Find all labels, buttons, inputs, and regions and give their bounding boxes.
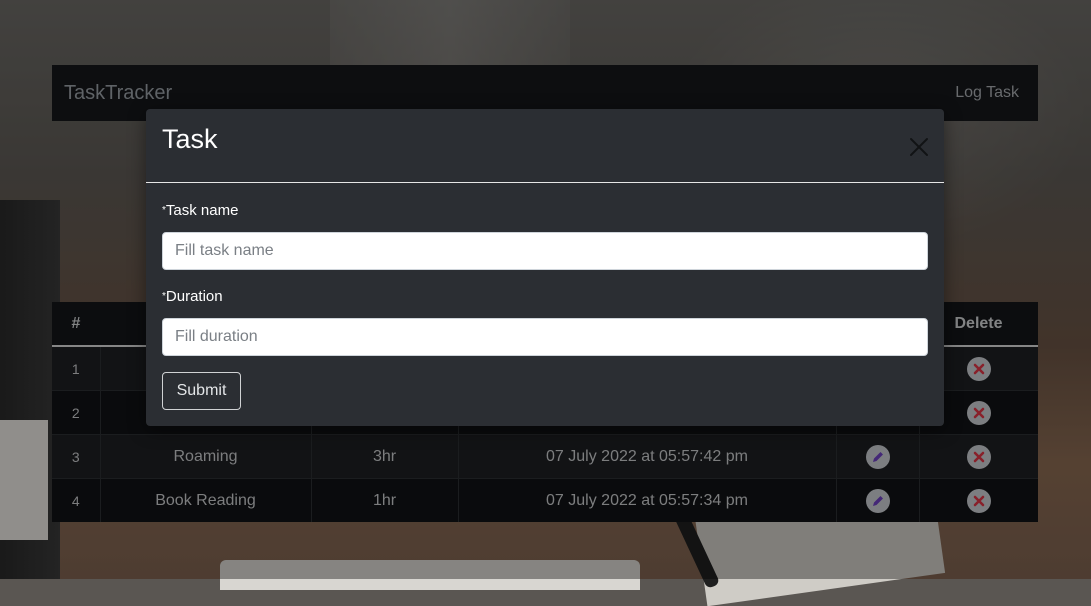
modal-header: Task — [146, 109, 944, 183]
duration-input[interactable] — [162, 318, 928, 356]
modal-title: Task — [162, 124, 218, 154]
duration-label: *Duration — [162, 286, 928, 308]
modal-body: *Task name *Duration — [162, 200, 928, 356]
task-name-label-text: Task name — [165, 202, 239, 219]
close-icon[interactable] — [908, 136, 930, 158]
task-name-label: *Task name — [162, 200, 928, 222]
task-modal: Task *Task name *Duration Submit — [146, 109, 944, 426]
submit-button[interactable]: Submit — [162, 372, 241, 410]
task-name-input[interactable] — [162, 232, 928, 270]
duration-label-text: Duration — [165, 288, 223, 305]
